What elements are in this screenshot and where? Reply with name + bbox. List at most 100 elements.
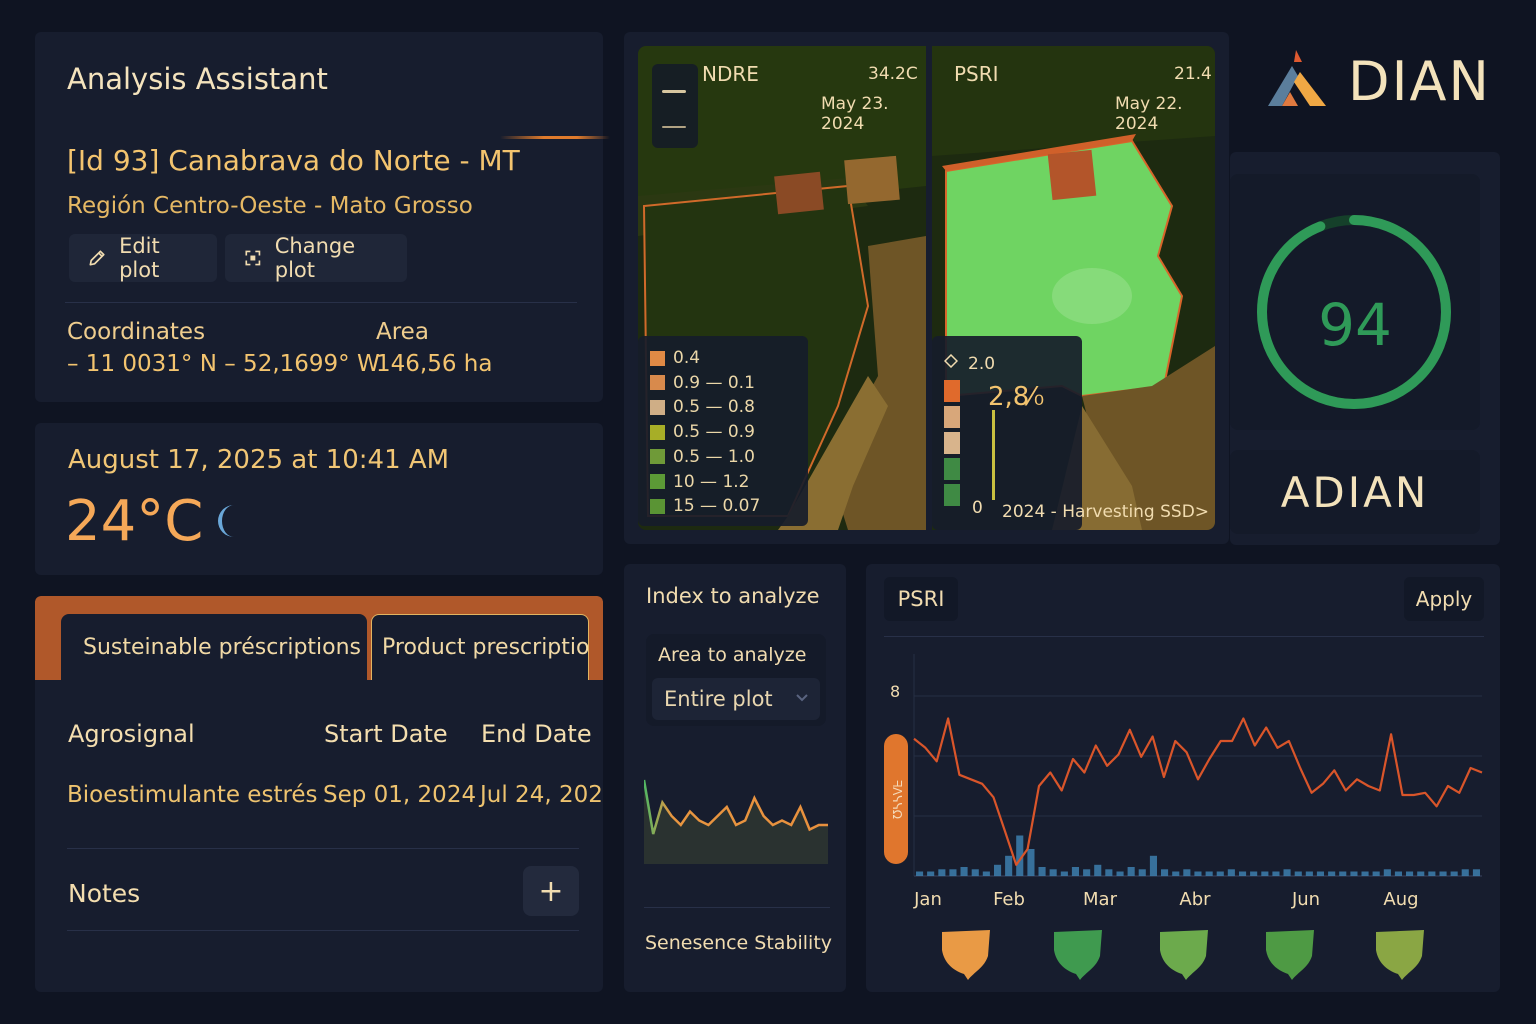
bar <box>1060 871 1068 876</box>
ndre-title: NDRE <box>702 62 759 86</box>
bar <box>1450 871 1458 876</box>
ndre-value: 34.2C <box>868 64 918 84</box>
ndre-map[interactable]: NDRE 34.2C May 23. 2024 0.4 0.9 — 0.1 0.5 … <box>638 46 926 530</box>
leaf-icon[interactable] <box>1050 926 1106 982</box>
chevron-down-icon <box>796 694 808 702</box>
bar <box>1038 867 1046 876</box>
legend-label: 15 — 0.07 <box>673 496 761 517</box>
leaf-shape <box>1376 930 1424 980</box>
legend-label: 10 — 1.2 <box>673 471 750 492</box>
pencil-icon <box>89 250 105 266</box>
bar <box>1027 849 1035 876</box>
psri-scale-top: 2.0 <box>968 354 996 374</box>
bar <box>1105 869 1113 877</box>
bar <box>1116 871 1124 876</box>
psri-legend: 2.0 2,8⁄₀ 0 <box>932 336 1082 530</box>
bar <box>1361 871 1369 876</box>
bar <box>1394 871 1402 876</box>
psri-map[interactable]: PSRI 21.4 May 22. 2024 2.0 2,8⁄₀ 0 2024 … <box>932 46 1215 530</box>
bar <box>1428 871 1436 876</box>
bar <box>1183 869 1191 877</box>
column-header-end-date: End Date <box>481 720 592 748</box>
brand-mark-icon <box>1268 50 1326 106</box>
legend-swatch <box>650 449 665 465</box>
x-tick-label: Jun <box>1291 889 1320 910</box>
legend-label: 0.9 — 0.1 <box>673 372 755 393</box>
accent-line <box>500 136 610 139</box>
bar <box>1272 871 1280 876</box>
legend-item: 10 — 1.2 <box>650 472 749 492</box>
brand-badge-text: ADIAN <box>1280 468 1430 517</box>
legend-label: 0.5 — 0.8 <box>673 397 755 418</box>
leaf-icon[interactable] <box>1156 926 1212 982</box>
leaf-icon[interactable] <box>1372 926 1428 982</box>
tab-product-prescriptions[interactable]: Product prescriptions <box>371 614 589 680</box>
bar <box>1439 871 1447 876</box>
apply-button[interactable]: Apply <box>1404 577 1484 621</box>
table-cell-start-date: Sep 01, 2024 <box>323 782 477 808</box>
plot-region: Región Centro-Oeste - Mato Grosso <box>67 193 473 219</box>
bar <box>1339 871 1347 876</box>
zoom-handle[interactable] <box>662 126 686 128</box>
psri-caption[interactable]: 2024 - Harvesting SSD> <box>1002 502 1209 522</box>
psri-value: 21.4 <box>1174 64 1212 84</box>
divider <box>65 302 577 303</box>
psri-date: May 22. 2024 <box>1115 94 1183 134</box>
x-tick-label: Mar <box>1083 889 1118 910</box>
bar <box>1216 871 1224 876</box>
divider <box>644 907 830 908</box>
bar <box>960 867 968 876</box>
leaf-shape <box>1160 930 1208 980</box>
coordinates-label: Coordinates <box>67 319 206 345</box>
psri-scale-bottom: 0 <box>972 498 983 518</box>
index-maps-panel: NDRE 34.2C May 23. 2024 0.4 0.9 — 0.1 0.5 … <box>624 32 1229 544</box>
legend-item: 0.4 <box>650 348 700 368</box>
psri-title: PSRI <box>954 62 999 86</box>
score-value: 94 <box>1318 291 1392 359</box>
edit-plot-label: Edit plot <box>119 234 160 282</box>
edit-plot-button[interactable]: Edit plot <box>69 234 217 282</box>
bar <box>1227 869 1235 877</box>
add-note-button[interactable]: + <box>523 866 579 916</box>
psri-series-line <box>913 717 1483 866</box>
zoom-out-button[interactable] <box>662 90 686 93</box>
psri-chart-panel: Jan Feb Mar Abr Jun Aug PSRI Apply 8 ᖷΛᓭᓭΩ <box>866 564 1500 992</box>
divider <box>67 930 579 931</box>
index-selector-panel: Index to analyze Area to analyze Entire … <box>624 564 846 992</box>
metric-label[interactable]: Senesence Stability <box>645 932 832 954</box>
prescriptions-card: Susteinable préscriptions Product prescr… <box>35 596 603 992</box>
sparkline-area <box>644 780 828 864</box>
bar <box>916 871 924 876</box>
area-label: Area <box>376 319 429 345</box>
legend-swatch <box>650 498 665 514</box>
tab-sustainable-prescriptions[interactable]: Susteinable préscriptions <box>61 614 367 680</box>
legend-label: 0.4 <box>673 348 701 368</box>
legend-label: 0.5 — 0.9 <box>673 422 755 443</box>
change-plot-label: Change plot <box>274 234 356 282</box>
bar <box>1239 871 1247 876</box>
bar <box>1149 855 1157 877</box>
slider-label: ᖷΛᓭᓭΩ <box>889 779 904 819</box>
legend-item: 0.5 — 1.0 <box>650 447 755 467</box>
area-label: Area to analyze <box>658 644 807 666</box>
bar <box>1194 871 1202 876</box>
bar <box>1461 869 1469 877</box>
psri-index-tag[interactable]: PSRI <box>884 577 958 621</box>
bar <box>1328 871 1336 876</box>
legend-swatch <box>650 424 665 440</box>
bar <box>1049 869 1057 877</box>
change-plot-button[interactable]: Change plot <box>225 234 407 282</box>
leaf-icon[interactable] <box>938 926 994 982</box>
y-tick-label: 8 <box>890 682 901 701</box>
bar <box>938 869 946 877</box>
psri-swatch <box>944 406 960 428</box>
leaf-icon[interactable] <box>1262 926 1318 982</box>
psri-range-slider[interactable]: ᖷΛᓭᓭΩ <box>884 734 908 864</box>
area-select[interactable]: Entire plot <box>652 678 820 720</box>
bar <box>994 864 1002 877</box>
bar <box>1350 871 1358 876</box>
table-cell-agrosignal: Bioestimulante estrés <box>67 782 318 808</box>
bar <box>1138 869 1146 877</box>
bar <box>949 869 957 877</box>
divider <box>67 848 579 849</box>
